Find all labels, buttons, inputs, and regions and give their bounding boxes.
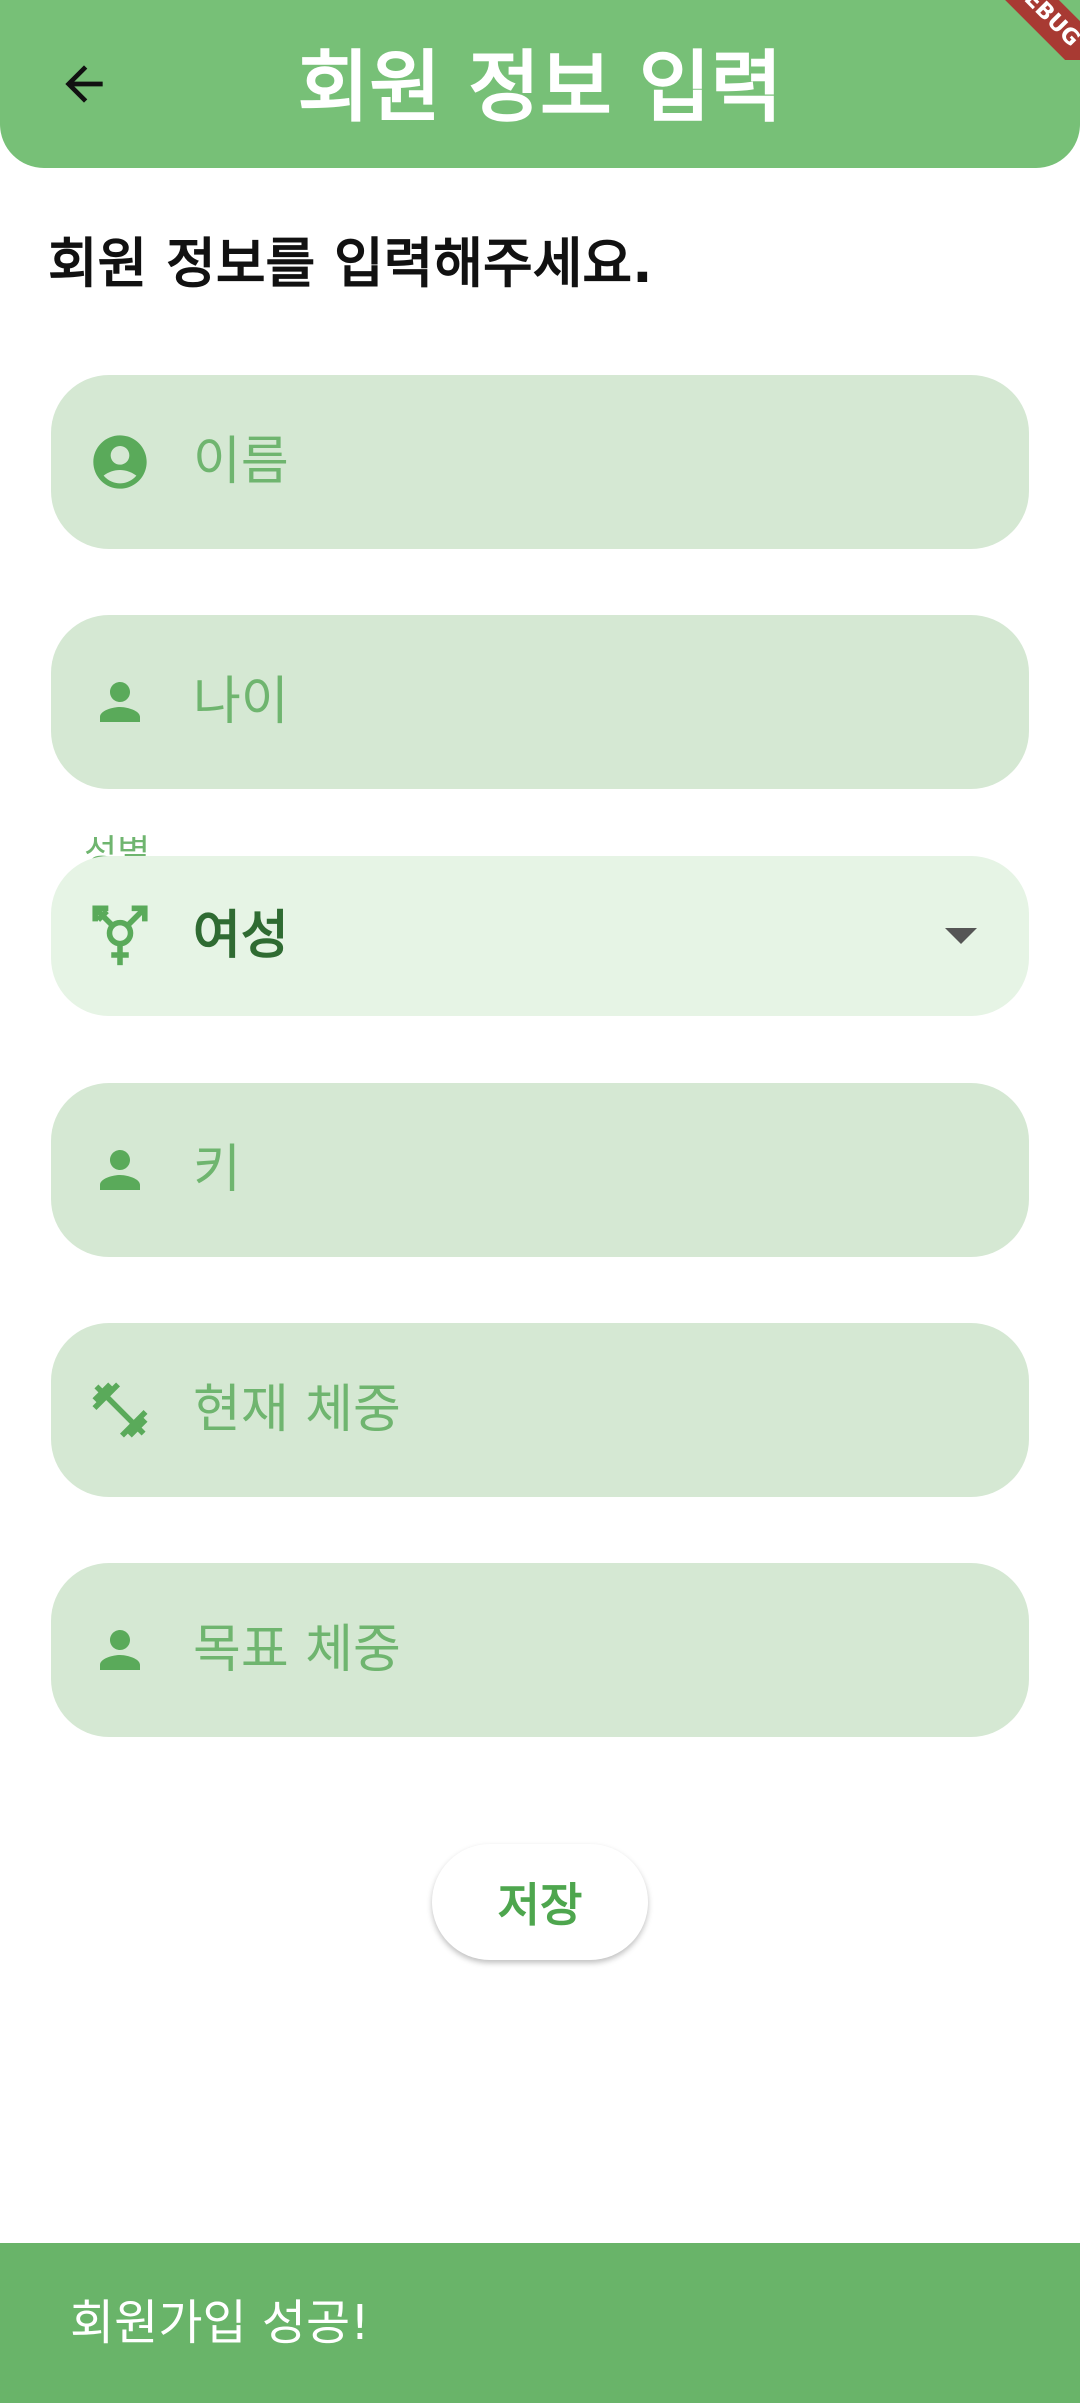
person-icon <box>85 667 155 737</box>
page-title: 회원 정보 입력 <box>297 43 783 133</box>
account-circle-icon <box>85 427 155 497</box>
target-weight-placeholder: 목표 체중 <box>193 1620 401 1680</box>
age-field[interactable]: 나이 <box>51 615 1029 789</box>
current-weight-field[interactable]: 현재 체중 <box>51 1323 1029 1497</box>
snackbar: 회원가입 성공! <box>0 2243 1080 2403</box>
save-button[interactable]: 저장 <box>432 1844 648 1960</box>
app-bar: 회원 정보 입력 DEBUG <box>0 0 1080 168</box>
person-icon <box>85 1135 155 1205</box>
target-weight-field[interactable]: 목표 체중 <box>51 1563 1029 1737</box>
transgender-icon <box>85 901 155 971</box>
form-heading: 회원 정보를 입력해주세요. <box>48 232 653 295</box>
chevron-down-icon <box>945 928 977 944</box>
name-field[interactable]: 이름 <box>51 375 1029 549</box>
height-field[interactable]: 키 <box>51 1083 1029 1257</box>
debug-banner: DEBUG <box>990 0 1080 60</box>
gender-value: 여성 <box>193 906 289 966</box>
gender-dropdown[interactable]: 여성 <box>51 856 1029 1016</box>
snackbar-message: 회원가입 성공! <box>70 2295 370 2351</box>
debug-banner-label: DEBUG <box>990 0 1080 60</box>
fitness-center-icon <box>85 1375 155 1445</box>
age-placeholder: 나이 <box>193 672 289 732</box>
height-placeholder: 키 <box>193 1140 241 1200</box>
person-icon <box>85 1615 155 1685</box>
current-weight-placeholder: 현재 체중 <box>193 1380 401 1440</box>
name-placeholder: 이름 <box>193 432 289 492</box>
